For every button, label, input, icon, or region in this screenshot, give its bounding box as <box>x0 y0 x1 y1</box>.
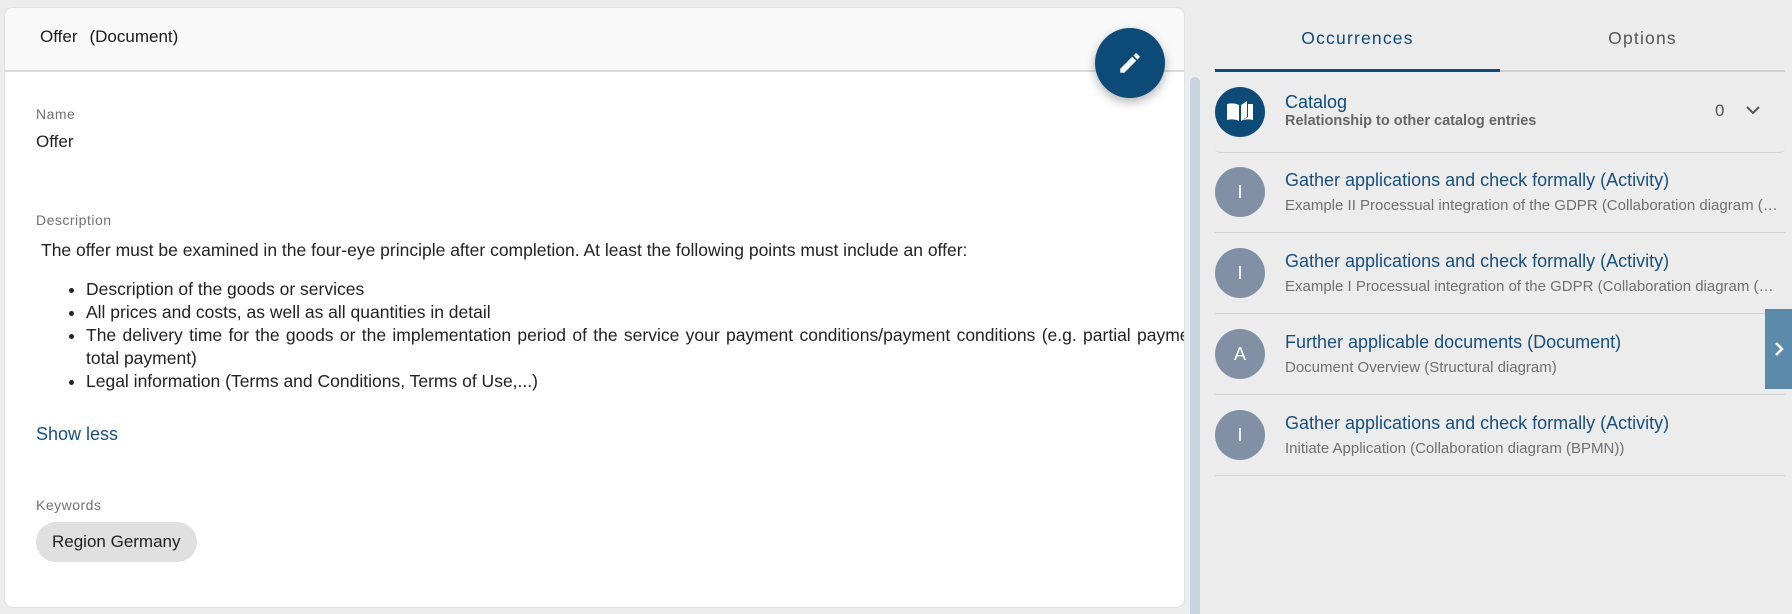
keyword-chip[interactable]: Region Germany <box>36 522 197 562</box>
list-item[interactable]: A Further applicable documents (Document… <box>1215 314 1785 395</box>
occurrence-title[interactable]: Further applicable documents (Document) <box>1285 332 1621 353</box>
avatar: A <box>1215 329 1265 379</box>
panel-tabs: Occurrences Options <box>1215 0 1785 72</box>
catalog-section[interactable]: Catalog Relationship to other catalog en… <box>1215 80 1785 153</box>
description-intro: The offer must be examined in the four-e… <box>41 240 968 260</box>
tab-occurrences[interactable]: Occurrences <box>1215 0 1500 72</box>
title-type: (Document) <box>89 27 179 46</box>
keywords-label: Keywords <box>36 497 102 513</box>
description-points: Description of the goods or services All… <box>36 278 1184 393</box>
description-point: Description of the goods or services <box>86 278 1184 301</box>
list-item[interactable]: I Gather applications and check formally… <box>1215 233 1785 314</box>
occurrence-subtitle: Document Overview (Structural diagram) <box>1285 359 1557 376</box>
avatar: I <box>1215 248 1265 298</box>
detail-header: Offer (Document) <box>5 8 1184 72</box>
name-value: Offer <box>36 132 74 151</box>
page-title: Offer (Document) <box>40 27 178 47</box>
occurrence-subtitle: Example II Processual integration of the… <box>1285 197 1780 214</box>
list-item[interactable]: I Gather applications and check formally… <box>1215 152 1785 233</box>
catalog-title: Catalog <box>1285 92 1348 112</box>
show-less-link[interactable]: Show less <box>36 424 118 445</box>
occurrence-subtitle: Example I Processual integration of the … <box>1285 278 1780 295</box>
title-name: Offer <box>40 27 78 46</box>
occurrence-title[interactable]: Gather applications and check formally (… <box>1285 251 1669 272</box>
chevron-right-icon <box>1774 342 1784 356</box>
avatar: I <box>1215 167 1265 217</box>
description-point: All prices and costs, as well as all qua… <box>86 301 1184 324</box>
description-point: Legal information (Terms and Conditions,… <box>86 370 1184 393</box>
name-label: Name <box>36 106 76 122</box>
description-point: The delivery time for the goods or the i… <box>86 324 1184 370</box>
book-open-icon <box>1227 101 1253 121</box>
edit-button[interactable] <box>1095 28 1165 98</box>
occurrence-title[interactable]: Gather applications and check formally (… <box>1285 413 1669 434</box>
occurrence-subtitle: Initiate Application (Collaboration diag… <box>1285 440 1625 457</box>
catalog-avatar <box>1215 87 1265 137</box>
collapse-panel-button[interactable] <box>1765 309 1792 389</box>
chevron-down-icon[interactable] <box>1743 100 1763 120</box>
detail-card: Offer (Document) Name Offer Description T… <box>5 8 1184 607</box>
list-item[interactable]: I Gather applications and check formally… <box>1215 395 1785 476</box>
pencil-icon <box>1120 53 1140 73</box>
catalog-count: 0 <box>1715 101 1725 120</box>
occurrence-title[interactable]: Gather applications and check formally (… <box>1285 170 1669 191</box>
description-label: Description <box>36 212 112 228</box>
occurrence-list: I Gather applications and check formally… <box>1215 152 1785 476</box>
scrollbar[interactable] <box>1190 77 1200 614</box>
avatar: I <box>1215 410 1265 460</box>
catalog-subtitle: Relationship to other catalog entries <box>1285 113 1537 129</box>
tab-options[interactable]: Options <box>1500 0 1785 70</box>
